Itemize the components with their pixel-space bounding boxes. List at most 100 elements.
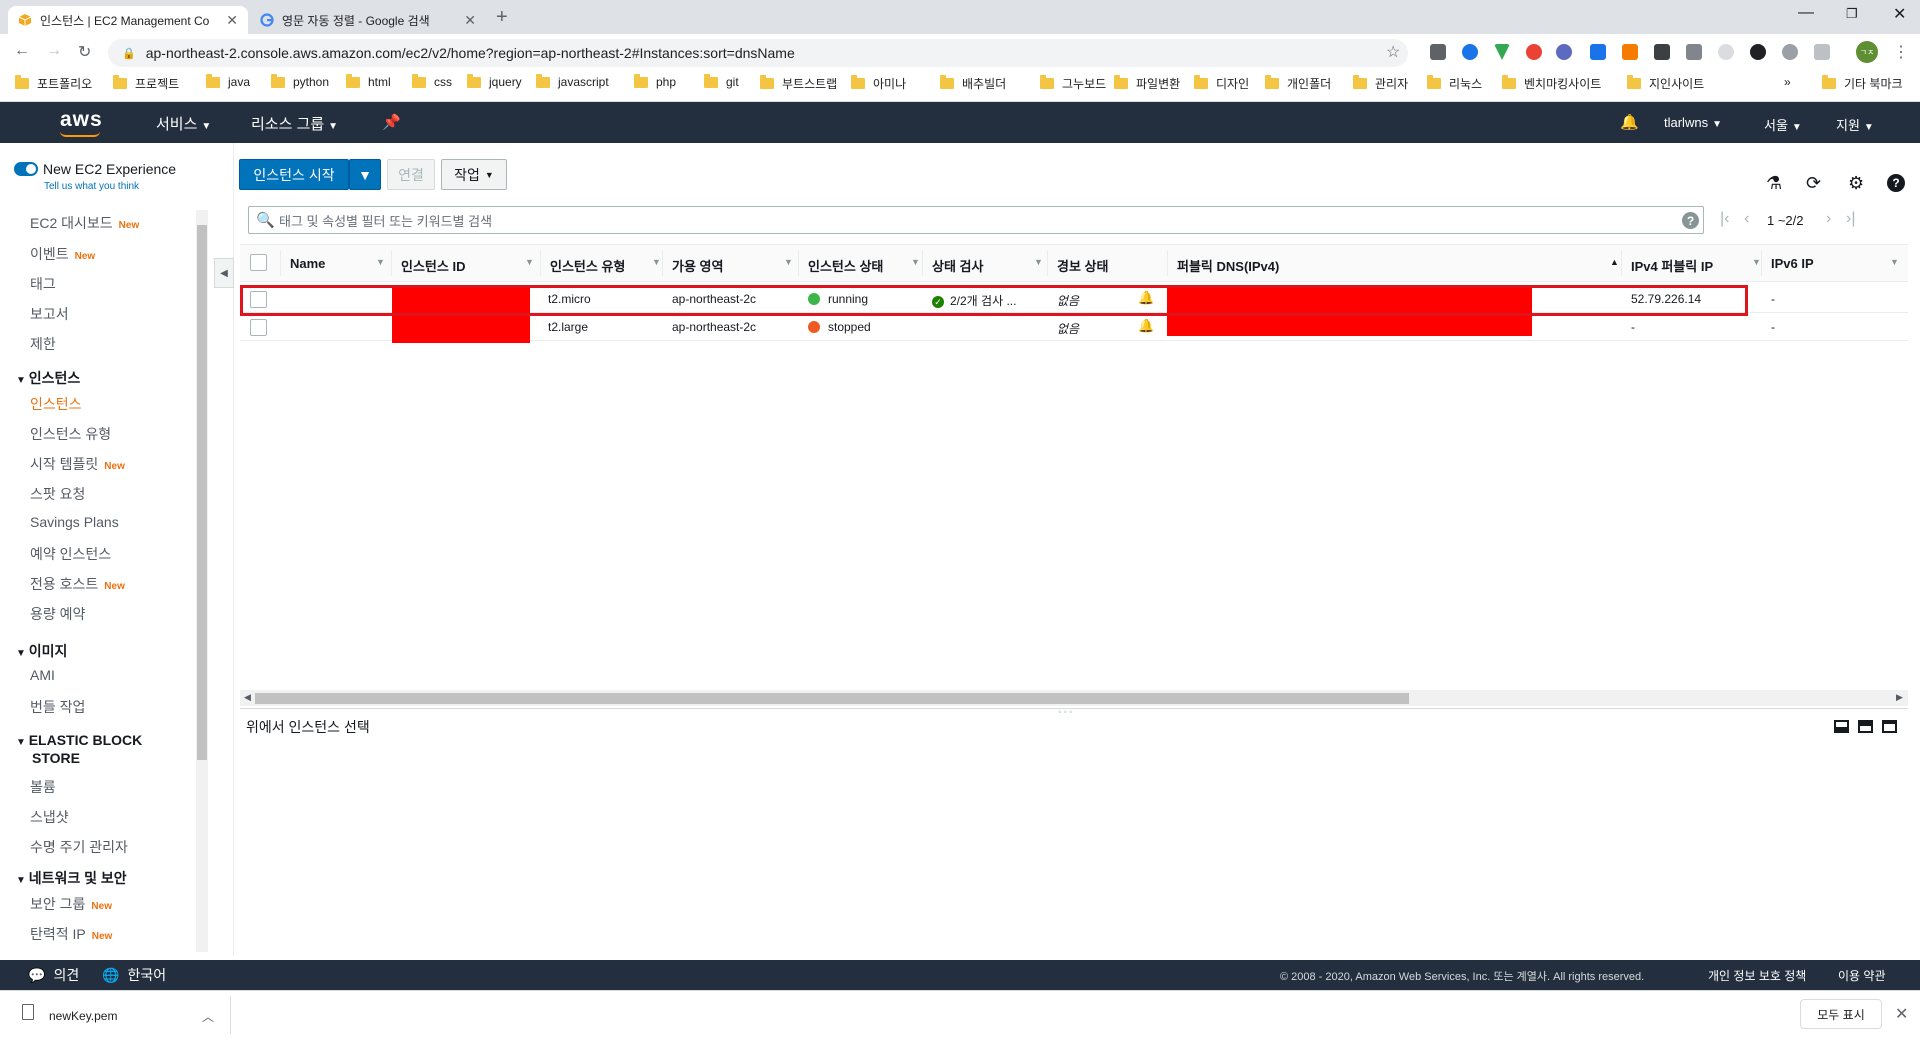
column-separator[interactable] — [1167, 250, 1168, 276]
sidebar-item[interactable]: EC2 대시보드 New — [30, 213, 139, 233]
sidebar-scrollbar-thumb[interactable] — [197, 225, 207, 760]
last-page-icon[interactable]: ›| — [1846, 210, 1855, 228]
sort-icon[interactable]: ▼ — [784, 257, 793, 267]
sidebar-item[interactable]: 용량 예약 — [30, 604, 85, 624]
horizontal-scrollbar-thumb[interactable] — [255, 693, 1409, 704]
panel-layout-split-icon[interactable] — [1858, 720, 1873, 733]
reload-icon[interactable]: ↻ — [78, 42, 91, 62]
actions-button[interactable]: 작업 ▼ — [441, 159, 507, 190]
search-help-icon[interactable]: ? — [1682, 212, 1699, 229]
select-all-checkbox[interactable] — [250, 254, 267, 271]
terms-link[interactable]: 이용 약관 — [1838, 967, 1886, 984]
aws-logo[interactable]: aws — [60, 108, 103, 132]
extension-icon[interactable] — [1622, 44, 1638, 60]
splitter-grip-icon[interactable]: ◦◦◦ — [1058, 707, 1075, 718]
sidebar-item[interactable]: 탄력적 IP New — [30, 924, 112, 944]
sort-icon[interactable]: ▼ — [1890, 257, 1899, 267]
show-all-button[interactable]: 모두 표시 — [1800, 999, 1882, 1029]
column-separator[interactable] — [662, 250, 663, 276]
bookmark-item[interactable]: jquery — [467, 73, 522, 89]
sidebar-item[interactable]: 예약 인스턴스 — [30, 544, 111, 564]
scroll-left-icon[interactable]: ◀ — [244, 692, 251, 703]
bookmark-item[interactable]: 프로젝트 — [113, 75, 179, 92]
bookmark-item[interactable]: 파일변환 — [1114, 75, 1180, 92]
bookmark-item[interactable]: 리눅스 — [1427, 75, 1482, 92]
row-checkbox[interactable] — [250, 319, 267, 336]
browser-tab-ec2[interactable]: 인스턴스 | EC2 Management Co ✕ — [8, 6, 248, 34]
collapse-sidebar-icon[interactable]: ◀ — [214, 258, 234, 288]
bookmark-item[interactable]: 디자인 — [1194, 75, 1249, 92]
extension-icon[interactable] — [1526, 44, 1542, 60]
column-separator[interactable] — [1047, 250, 1048, 276]
sidebar-item[interactable]: 시작 템플릿 New — [30, 454, 125, 474]
other-bookmarks[interactable]: 기타 북마크 — [1822, 75, 1903, 92]
bookmark-star-icon[interactable]: ☆ — [1386, 42, 1400, 62]
forward-icon[interactable]: → — [46, 42, 62, 60]
panel-layout-top-icon[interactable] — [1882, 720, 1897, 733]
launch-instance-button[interactable]: 인스턴스 시작 — [239, 159, 349, 190]
bookmark-item[interactable]: 벤치마킹사이트 — [1502, 75, 1601, 92]
column-header[interactable]: IPv6 IP — [1771, 256, 1814, 271]
column-separator[interactable] — [1761, 250, 1762, 276]
flask-icon[interactable]: ⚗ — [1766, 173, 1782, 194]
column-header[interactable]: Name — [290, 256, 325, 271]
column-header[interactable]: 인스턴스 유형 — [550, 256, 625, 275]
column-separator[interactable] — [540, 250, 541, 276]
sort-icon[interactable]: ▼ — [1752, 257, 1761, 267]
sidebar-item[interactable]: 인스턴스 유형 — [30, 424, 111, 444]
previous-page-icon[interactable]: ‹ — [1744, 210, 1749, 228]
language-selector[interactable]: 🌐 한국어 — [102, 965, 166, 985]
help-icon[interactable]: ? — [1887, 174, 1905, 192]
bookmark-item[interactable]: 배추빌더 — [940, 75, 1006, 92]
sidebar-item[interactable]: AMI — [30, 667, 55, 683]
privacy-link[interactable]: 개인 정보 보호 정책 — [1708, 967, 1806, 984]
bookmark-item[interactable]: javascript — [536, 73, 609, 89]
column-separator[interactable] — [1621, 250, 1622, 276]
column-header[interactable]: 가용 영역 — [672, 256, 723, 275]
column-separator[interactable] — [798, 250, 799, 276]
bookmark-item[interactable]: html — [346, 73, 391, 89]
tell-us-link[interactable]: Tell us what you think — [44, 181, 139, 192]
column-header[interactable]: 퍼블릭 DNS(IPv4) — [1177, 256, 1279, 275]
extension-icon[interactable] — [1750, 44, 1766, 60]
sidebar-item[interactable]: 보안 그룹 New — [30, 894, 112, 914]
column-header[interactable]: 경보 상태 — [1057, 256, 1108, 275]
bookmark-item[interactable]: 지인사이트 — [1627, 75, 1704, 92]
bookmark-item[interactable]: 포트폴리오 — [15, 75, 92, 92]
sort-ascending-icon[interactable]: ▲ — [1610, 257, 1619, 267]
services-menu[interactable]: 서비스 ▼ — [156, 113, 211, 134]
sidebar-item[interactable]: 태그 — [30, 274, 56, 294]
sidebar-item[interactable]: 전용 호스트 New — [30, 574, 125, 594]
extension-icon[interactable] — [1814, 44, 1830, 60]
sidebar-section-header[interactable]: ▼ 이미지 — [16, 641, 67, 661]
extension-icon[interactable] — [1462, 44, 1478, 60]
sidebar-item[interactable]: 번들 작업 — [30, 697, 85, 717]
sort-icon[interactable]: ▼ — [911, 257, 920, 267]
sidebar-item[interactable]: Savings Plans — [30, 514, 119, 530]
bookmark-item[interactable]: python — [271, 73, 329, 89]
settings-gear-icon[interactable]: ⚙ — [1848, 173, 1864, 194]
camera-icon[interactable] — [1686, 44, 1702, 60]
sidebar-section-header[interactable]: ▼ 인스턴스 — [16, 368, 80, 388]
close-tab-icon[interactable]: ✕ — [226, 12, 238, 29]
column-header[interactable]: 인스턴스 ID — [401, 256, 465, 275]
sort-icon[interactable]: ▼ — [525, 257, 534, 267]
new-tab-icon[interactable]: + — [496, 6, 508, 29]
bookmark-item[interactable]: 아미나 — [851, 75, 906, 92]
restore-icon[interactable]: ❐ — [1846, 6, 1858, 22]
sort-icon[interactable]: ▼ — [376, 257, 385, 267]
minimize-icon[interactable]: — — [1798, 4, 1814, 22]
launch-dropdown-icon[interactable]: ▼ — [349, 159, 381, 190]
bookmark-item[interactable]: 개인폴더 — [1265, 75, 1331, 92]
bookmark-item[interactable]: git — [704, 73, 739, 89]
column-separator[interactable] — [922, 250, 923, 276]
close-tab-icon[interactable]: ✕ — [464, 12, 476, 29]
pin-icon[interactable]: 📌 — [382, 113, 401, 131]
first-page-icon[interactable]: |‹ — [1720, 210, 1729, 228]
scroll-right-icon[interactable]: ▶ — [1896, 692, 1903, 703]
user-menu[interactable]: tlarlwns ▼ — [1664, 115, 1722, 130]
download-filename[interactable]: newKey.pem — [49, 1009, 117, 1023]
column-header[interactable]: IPv4 퍼블릭 IP — [1631, 256, 1713, 275]
column-header[interactable]: 인스턴스 상태 — [808, 256, 883, 275]
notifications-bell-icon[interactable]: 🔔 — [1620, 113, 1639, 131]
